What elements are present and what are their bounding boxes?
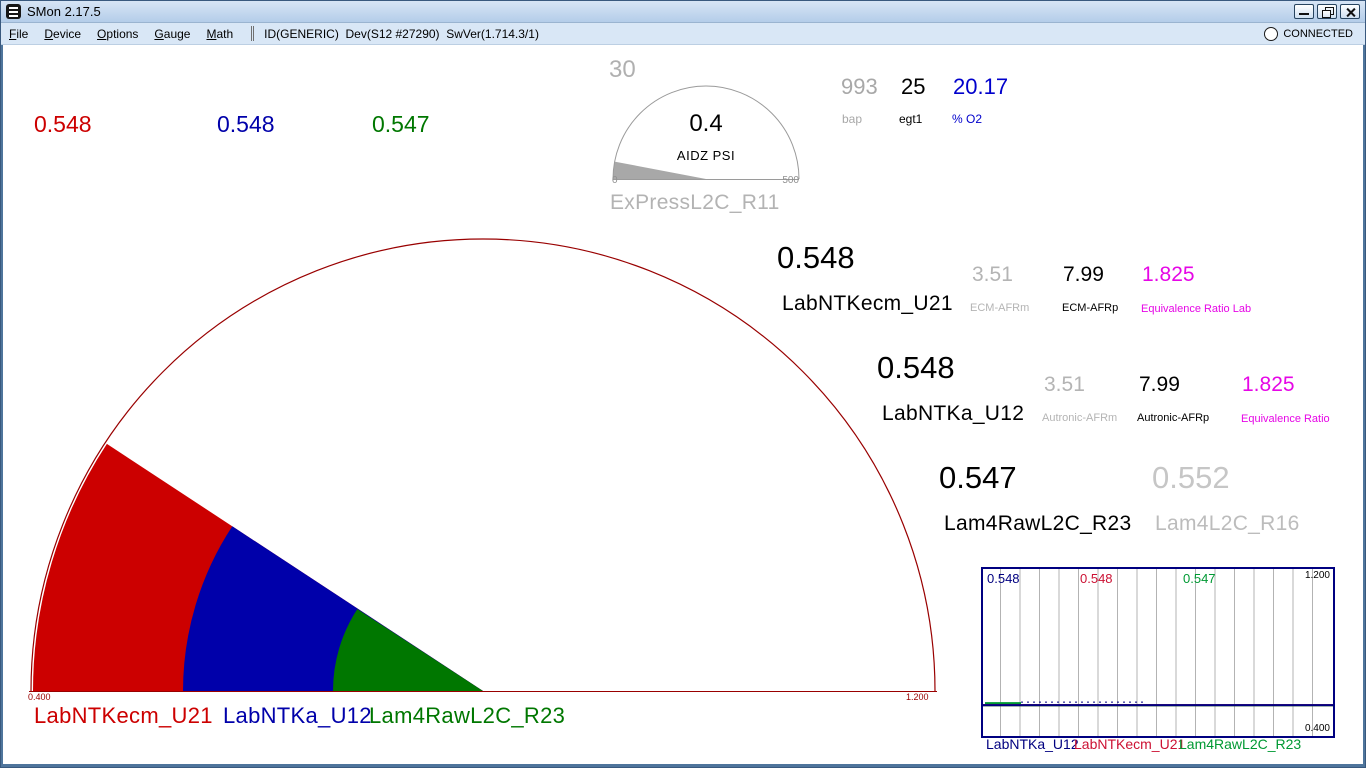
readout-egt1-value: 25 (901, 74, 926, 99)
pressure-secondary-value: 30 (609, 56, 636, 83)
chart-ymax-label: 1.200 (1304, 570, 1330, 581)
pressure-scale-min: 0 (612, 175, 618, 186)
lambda-legend-2: LabNTKa_U12 (223, 703, 372, 728)
row1-metric1-value: 3.51 (972, 263, 1013, 286)
row1-metric3-value: 1.825 (1142, 263, 1195, 286)
readout-bap-value: 993 (841, 74, 878, 99)
lambda-readout-2: 0.548 (217, 111, 275, 137)
strip-chart-plot (983, 569, 1333, 736)
strip-chart[interactable]: 0.548 0.548 0.547 1.200 0.400 (981, 567, 1335, 738)
row2-metric1-value: 3.51 (1044, 373, 1085, 396)
chart-legend-3: Lam4RawL2C_R23 (1179, 736, 1302, 752)
lambda-readout-1: 0.548 (34, 111, 92, 137)
pressure-unit-label: AIDZ PSI (676, 148, 736, 163)
lambda-scale-max: 1.200 (906, 692, 929, 702)
row2-label: LabNTKa_U12 (882, 402, 1025, 425)
lambda-legend-1: LabNTKecm_U21 (34, 703, 213, 728)
chart-ymin-label: 0.400 (1304, 723, 1330, 734)
row2-metric3-value: 1.825 (1242, 373, 1295, 396)
row3-value: 0.547 (939, 460, 1017, 495)
row2-metric1-label: Autronic-AFRm (1042, 412, 1118, 424)
pressure-channel-name: ExPressL2C_R11 (610, 191, 780, 214)
pressure-scale-max: 500 (782, 175, 799, 186)
lambda-scale-min: 0.400 (28, 692, 51, 702)
row3-secondary-value: 0.552 (1152, 460, 1230, 495)
readout-bap-label: bap (842, 112, 863, 126)
smon-window: SMon 2.17.5 File Device Options Gauge Math I… (0, 0, 1366, 768)
chart-legend-2: LabNTKecm_U21 (1074, 736, 1186, 752)
row1-metric3-label: Equivalence Ratio Lab (1141, 303, 1252, 315)
chart-value-1: 0.548 (987, 571, 1020, 586)
row2-value: 0.548 (877, 350, 955, 385)
row3-secondary-label: Lam4L2C_R16 (1155, 512, 1300, 535)
row1-metric1-label: ECM-AFRm (970, 302, 1030, 314)
row1-value: 0.548 (777, 240, 855, 275)
row3-label: Lam4RawL2C_R23 (944, 512, 1132, 535)
lambda-readout-3: 0.547 (372, 111, 430, 137)
readout-egt1-label: egt1 (899, 112, 923, 126)
chart-legend-1: LabNTKa_U12 (986, 736, 1079, 752)
lambda-legend-3: Lam4RawL2C_R23 (369, 703, 566, 728)
row2-metric2-value: 7.99 (1139, 373, 1180, 396)
chart-value-3: 0.547 (1183, 571, 1216, 586)
row1-metric2-label: ECM-AFRp (1062, 302, 1119, 314)
chart-value-2: 0.548 (1080, 571, 1113, 586)
row2-metric3-label: Equivalence Ratio (1241, 413, 1330, 425)
pressure-value: 0.4 (689, 110, 723, 137)
row2-metric2-label: Autronic-AFRp (1137, 412, 1210, 424)
row1-metric2-value: 7.99 (1063, 263, 1104, 286)
readout-o2-label: % O2 (952, 112, 983, 126)
row1-label: LabNTKecm_U21 (782, 292, 953, 315)
readout-o2-value: 20.17 (953, 74, 1009, 99)
